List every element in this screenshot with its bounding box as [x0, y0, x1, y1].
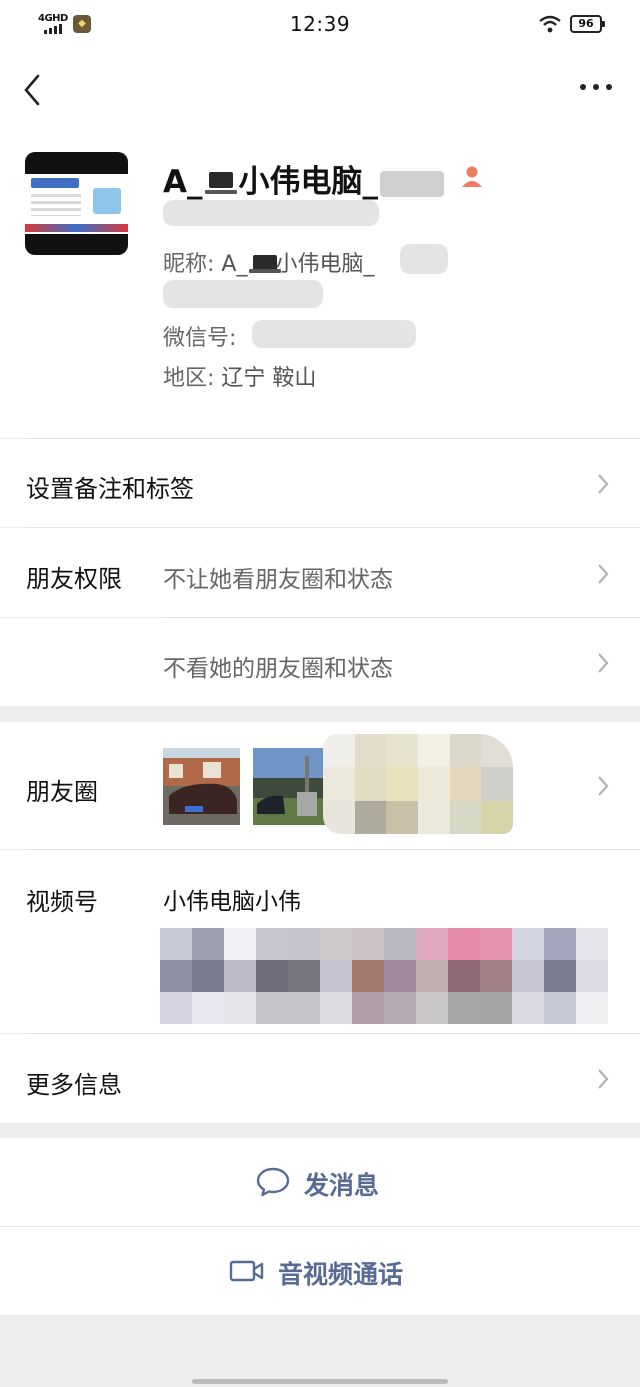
video-camera-icon: [229, 1260, 264, 1282]
avatar-business-card: [25, 174, 128, 234]
chat-bubble-icon: [256, 1167, 290, 1197]
laptop-icon: [249, 255, 282, 273]
hide-my-moments-option: 不让她看朋友圈和状态: [163, 567, 393, 593]
chevron-right-icon: [598, 564, 609, 584]
moments-label: 朋友圈: [26, 778, 98, 806]
wechat-id-row: 微信号:: [163, 320, 236, 352]
person-icon: [462, 166, 482, 187]
nickname-label: 昵称:: [163, 252, 222, 277]
nickname-value: 小伟电脑_: [275, 252, 375, 277]
redacted-block: [163, 200, 379, 226]
profile-name-prefix: A_: [163, 164, 203, 200]
friend-permissions-label: 朋友权限: [26, 565, 122, 593]
hide-her-moments-option: 不看她的朋友圈和状态: [163, 656, 393, 682]
chevron-right-icon: [598, 1069, 609, 1089]
wechat-id-label: 微信号:: [163, 326, 237, 351]
moments-row[interactable]: 朋友圈: [0, 722, 640, 849]
remark-tags-row[interactable]: 设置备注和标签: [0, 439, 640, 527]
nickname-row: 昵称: A_ 小伟电脑_: [163, 246, 374, 278]
region-label: 地区:: [163, 366, 222, 391]
redacted-block: [163, 280, 323, 308]
redacted-block: [252, 320, 416, 348]
redacted-block: [380, 170, 444, 197]
moments-photo: [253, 748, 330, 825]
profile-header: A_ 小伟电脑_ 昵称: A_ 小伟电脑_ 微信号: 地区: 辽宁 鞍山: [0, 130, 640, 438]
nickname-prefix: A_: [221, 252, 248, 277]
more-info-label: 更多信息: [26, 1071, 122, 1099]
wifi-icon: [539, 15, 561, 33]
status-bar: 4GHD ◆ 12:39 96: [0, 0, 640, 50]
chevron-right-icon: [598, 776, 609, 796]
back-icon[interactable]: [20, 70, 50, 110]
channels-value: 小伟电脑小伟: [163, 889, 301, 915]
blurred-channels-preview: [160, 928, 608, 1024]
navigation-bar: [0, 50, 640, 130]
more-info-row[interactable]: 更多信息: [0, 1034, 640, 1123]
remark-tags-label: 设置备注和标签: [26, 475, 194, 503]
laptop-icon: [204, 172, 237, 194]
home-indicator[interactable]: [192, 1379, 448, 1384]
redacted-block: [400, 244, 448, 274]
permission-row-1[interactable]: 朋友权限 不让她看朋友圈和状态: [0, 528, 640, 617]
channels-label: 视频号: [26, 888, 98, 916]
battery-indicator: 96: [570, 15, 605, 33]
moments-photo: [163, 748, 240, 825]
avatar[interactable]: [25, 152, 128, 255]
send-message-button[interactable]: 发消息: [0, 1138, 640, 1226]
channels-row[interactable]: 视频号 小伟电脑小伟: [0, 850, 640, 1033]
send-message-label: 发消息: [304, 1171, 380, 1200]
video-call-button[interactable]: 音视频通话: [0, 1227, 640, 1315]
blurred-moments-preview: [323, 734, 513, 834]
profile-name-text: 小伟电脑_: [238, 164, 379, 200]
region-row: 地区: 辽宁 鞍山: [163, 360, 316, 392]
video-call-label: 音视频通话: [278, 1260, 404, 1289]
permission-row-2[interactable]: 不看她的朋友圈和状态: [0, 618, 640, 706]
more-options-icon[interactable]: [580, 84, 612, 90]
region-value: 辽宁 鞍山: [221, 366, 317, 391]
chevron-right-icon: [598, 474, 609, 494]
profile-name: A_ 小伟电脑_: [163, 156, 444, 201]
chevron-right-icon: [598, 653, 609, 673]
